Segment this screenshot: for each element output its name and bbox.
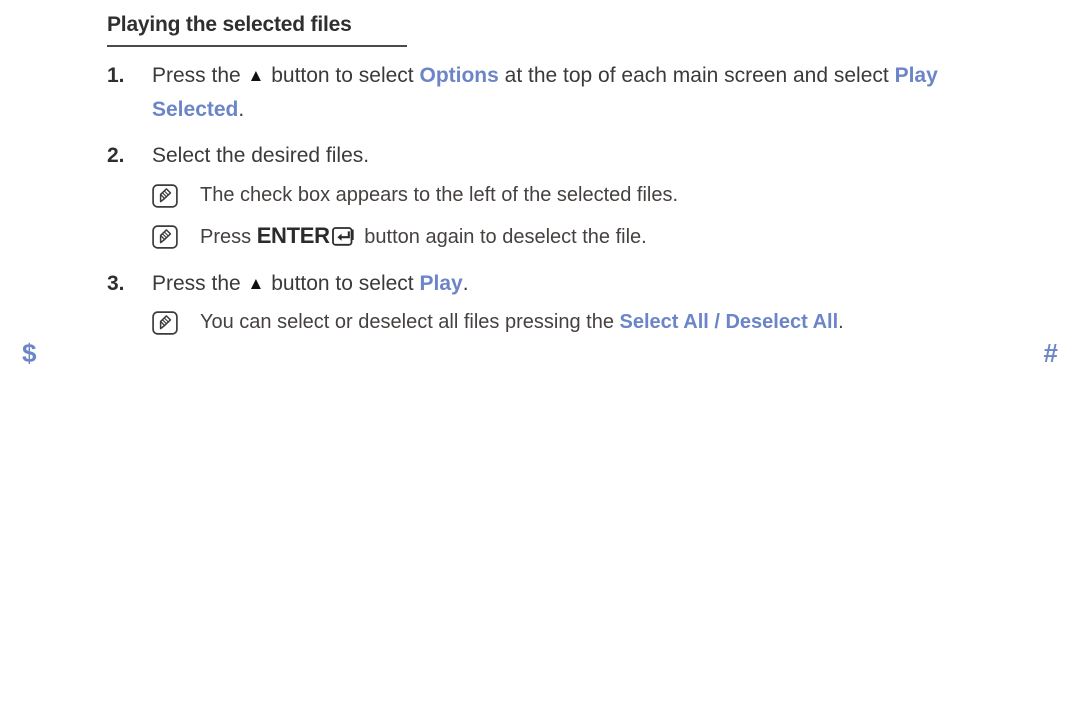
note-text: Press ENTER button again to deselect the… (200, 221, 1052, 255)
page-title: Playing the selected files (107, 13, 407, 47)
step-text-fragment: button to select (265, 64, 420, 87)
step-text-fragment: Press the (152, 64, 247, 87)
note-item-3: You can select or deselect all files pre… (152, 307, 1052, 340)
manual-page: Playing the selected files 1. Press the … (0, 0, 1080, 705)
menu-ref-select-all[interactable]: Select All / Deselect All (620, 311, 839, 333)
note-pencil-icon (152, 180, 200, 213)
enter-key-icon (331, 225, 356, 255)
step-text-fragment: . (238, 98, 245, 121)
menu-ref-options[interactable]: Options (419, 64, 498, 87)
note-pencil-icon (152, 221, 200, 254)
list-item-step-2: 2. Select the desired files. (107, 139, 1007, 173)
list-item-step-1: 1. Press the ▲ button to select Options … (107, 59, 1007, 127)
step-text-fragment: . (462, 272, 469, 295)
note-text: The check box appears to the left of the… (200, 180, 1052, 210)
note-text-fragment: Press (200, 226, 257, 248)
step-text-fragment: at the top of each main screen and selec… (498, 64, 895, 87)
step-text: Select the desired files. (152, 139, 1007, 173)
step-text-fragment: button to select (265, 272, 420, 295)
step-text-fragment: Select the desired files. (152, 144, 370, 167)
note-text: You can select or deselect all files pre… (200, 307, 1052, 337)
page-marker-left[interactable]: $ (22, 340, 36, 366)
menu-ref-play[interactable]: Play (419, 272, 462, 295)
note-text-fragment: button again to deselect the file. (358, 226, 647, 248)
note-item-1: The check box appears to the left of the… (152, 180, 1052, 213)
note-pencil-icon (152, 307, 200, 340)
step-number: 1. (107, 64, 125, 87)
step-text-fragment: Press the (152, 272, 247, 295)
list-item-step-3: 3. Press the ▲ button to select Play. (107, 267, 1007, 301)
step-text: Press the ▲ button to select Options at … (152, 59, 1007, 127)
step-number: 3. (107, 272, 125, 295)
step-text: Press the ▲ button to select Play. (152, 267, 1007, 301)
note-text-fragment: You can select or deselect all files pre… (200, 311, 620, 333)
page-marker-right[interactable]: # (1044, 340, 1058, 366)
enter-label: ENTER (256, 223, 330, 248)
note-text-fragment: The check box appears to the left of the… (200, 184, 679, 206)
note-text-fragment: . (838, 311, 844, 333)
note-item-2: Press ENTER button again to deselect the… (152, 221, 1052, 255)
up-arrow-icon: ▲ (247, 274, 265, 293)
step-number: 2. (107, 144, 125, 167)
up-arrow-icon: ▲ (247, 66, 265, 85)
